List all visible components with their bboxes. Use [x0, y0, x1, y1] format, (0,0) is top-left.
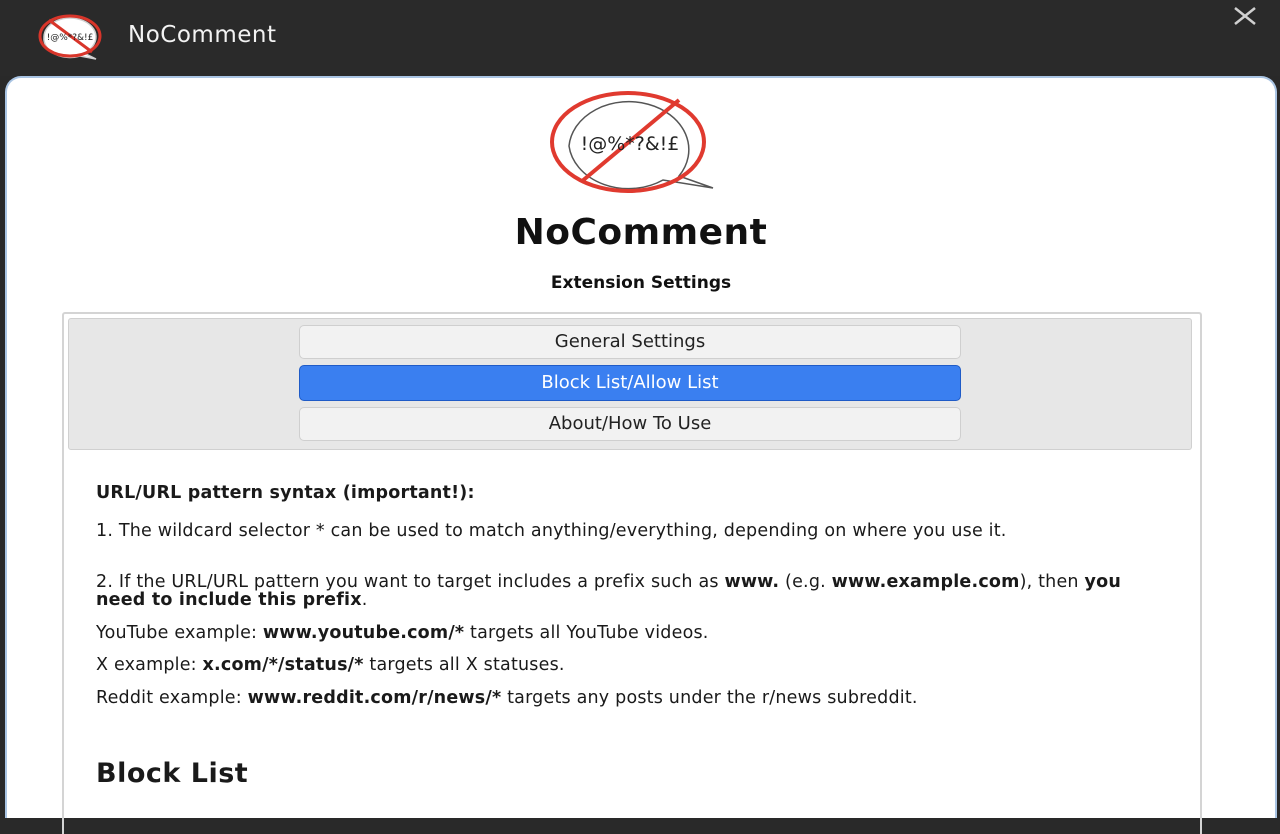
- wildcard-rule: 1. The wildcard selector * can be used t…: [96, 521, 1007, 541]
- block-list-heading: Block List: [96, 758, 249, 789]
- app-name: NoComment: [128, 22, 277, 48]
- syntax-heading: URL/URL pattern syntax (important!):: [96, 483, 475, 503]
- tab-about-how-to-use[interactable]: About/How To Use: [299, 407, 961, 441]
- tab-general-settings[interactable]: General Settings: [299, 325, 961, 359]
- settings-box: General Settings Block List/Allow List A…: [62, 312, 1202, 834]
- svg-text:!@%*?&!£: !@%*?&!£: [581, 133, 680, 155]
- reddit-example: Reddit example: www.reddit.com/r/news/* …: [96, 688, 918, 708]
- settings-panel: !@%*?&!£ NoComment Extension Settings Ge…: [5, 76, 1277, 834]
- tab-block-allow-list[interactable]: Block List/Allow List: [299, 365, 961, 401]
- svg-text:!@%*?&!£: !@%*?&!£: [47, 33, 94, 43]
- no-swearing-logo-icon: !@%*?&!£: [550, 91, 714, 193]
- tab-bar: General Settings Block List/Allow List A…: [68, 318, 1192, 450]
- x-example: X example: x.com/*/status/* targets all …: [96, 655, 565, 675]
- title-bar: !@%*?&!£ NoComment: [0, 0, 1280, 76]
- page-title: NoComment: [514, 212, 768, 253]
- close-icon[interactable]: [1230, 4, 1260, 30]
- prefix-rule: 2. If the URL/URL pattern you want to ta…: [96, 572, 1121, 610]
- page-subtitle: Extension Settings: [550, 273, 732, 293]
- app-logo-icon: !@%*?&!£: [38, 14, 102, 60]
- youtube-example: YouTube example: www.youtube.com/* targe…: [96, 623, 709, 643]
